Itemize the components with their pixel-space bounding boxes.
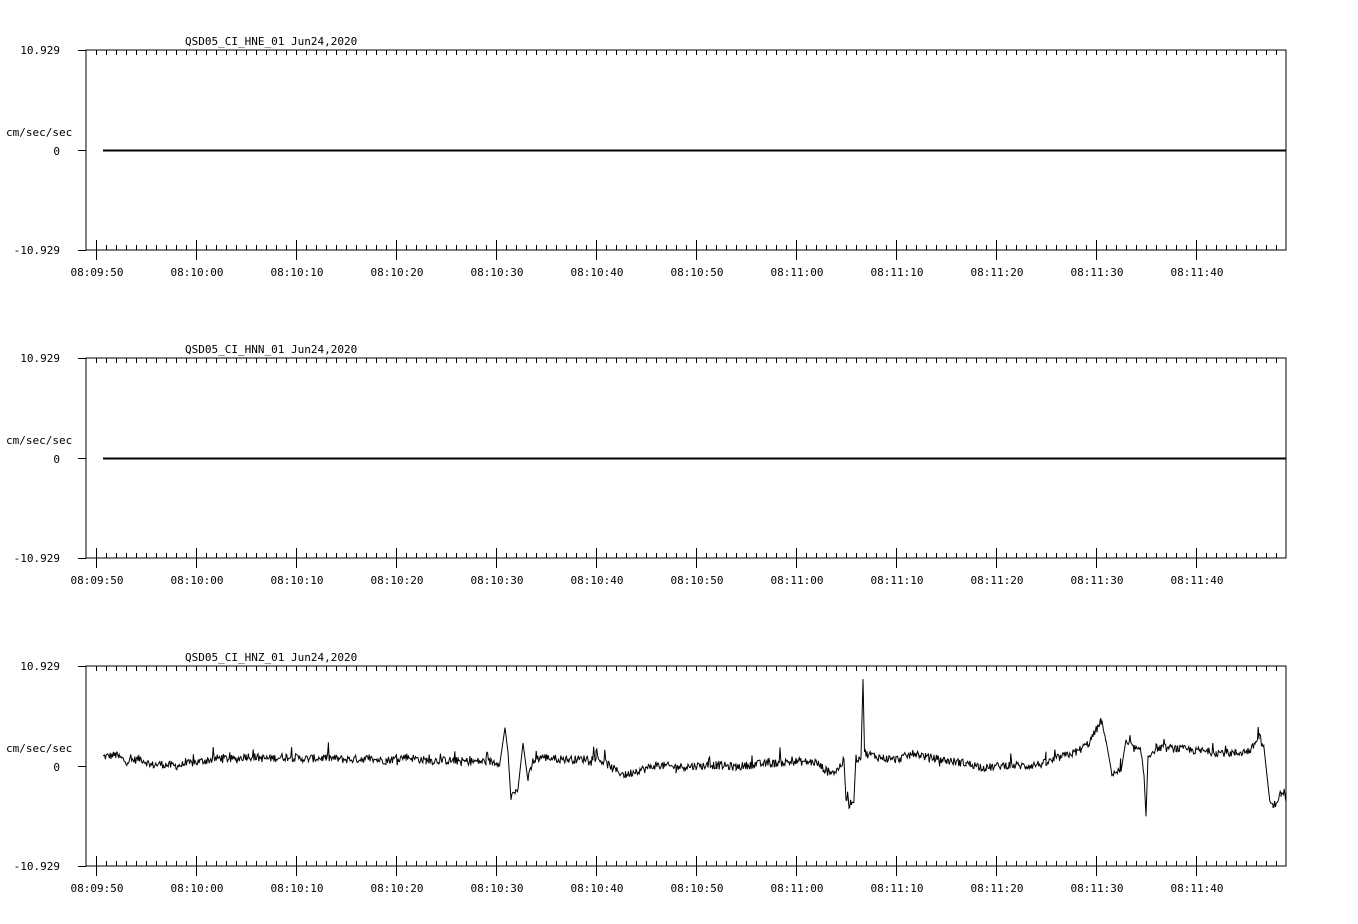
x-tick-label: 08:11:40 xyxy=(1171,574,1224,587)
x-tick-label: 08:10:30 xyxy=(471,574,524,587)
x-tick-label: 08:10:40 xyxy=(571,574,624,587)
x-tick-label: 08:11:40 xyxy=(1171,882,1224,895)
x-tick-label: 08:10:20 xyxy=(371,266,424,279)
panel-3: 10.929 0 -10.929 cm/sec/sec QSD05_CI_HNZ_01 … xyxy=(6,651,1287,895)
x-tick-label: 08:11:00 xyxy=(771,574,824,587)
panel-title: QSD05_CI_HNZ_01 Jun24,2020 xyxy=(185,651,357,664)
y-tick-label: 10.929 xyxy=(20,660,60,673)
x-tick-label: 08:11:10 xyxy=(871,574,924,587)
panel-1: 10.929 0 -10.929 cm/sec/sec QSD05_CI_HNE_01 … xyxy=(6,35,1287,279)
y-tick-label: 0 xyxy=(53,145,60,158)
x-tick-label: 08:10:50 xyxy=(671,574,724,587)
x-tick-label: 08:10:00 xyxy=(171,574,224,587)
x-tick-label: 08:11:20 xyxy=(971,882,1024,895)
x-tick-label: 08:11:30 xyxy=(1071,266,1124,279)
x-tick-label: 08:10:40 xyxy=(571,882,624,895)
y-axis-label: cm/sec/sec xyxy=(6,434,72,447)
y-tick-label: -10.929 xyxy=(14,244,60,257)
x-tick-label: 08:10:00 xyxy=(171,266,224,279)
x-tick-label: 08:11:00 xyxy=(771,882,824,895)
x-tick-label: 08:10:50 xyxy=(671,882,724,895)
x-tick-label: 08:11:20 xyxy=(971,266,1024,279)
x-tick-label: 08:09:50 xyxy=(71,266,124,279)
seismogram-figure: 10.929 0 -10.929 cm/sec/sec QSD05_CI_HNE_01 … xyxy=(6,35,1287,895)
x-tick-label: 08:10:30 xyxy=(471,266,524,279)
x-tick-label: 08:09:50 xyxy=(71,882,124,895)
y-tick-label: 10.929 xyxy=(20,352,60,365)
y-tick-label: -10.929 xyxy=(14,552,60,565)
x-tick-label: 08:11:30 xyxy=(1071,882,1124,895)
y-tick-label: -10.929 xyxy=(14,860,60,873)
x-tick-label: 08:10:10 xyxy=(271,266,324,279)
y-tick-label: 10.929 xyxy=(20,44,60,57)
x-tick-label: 08:10:40 xyxy=(571,266,624,279)
y-tick-label: 0 xyxy=(53,453,60,466)
x-tick-label: 08:10:10 xyxy=(271,574,324,587)
x-tick-label: 08:10:20 xyxy=(371,882,424,895)
x-tick-label: 08:11:40 xyxy=(1171,266,1224,279)
panel-2: 10.929 0 -10.929 cm/sec/sec QSD05_CI_HNN_01 … xyxy=(6,343,1287,587)
x-tick-label: 08:09:50 xyxy=(71,574,124,587)
x-tick-label: 08:10:20 xyxy=(371,574,424,587)
panel-title: QSD05_CI_HNN_01 Jun24,2020 xyxy=(185,343,357,356)
x-tick-label: 08:11:10 xyxy=(871,882,924,895)
y-axis-label: cm/sec/sec xyxy=(6,742,72,755)
panel-title: QSD05_CI_HNE_01 Jun24,2020 xyxy=(185,35,357,48)
x-tick-label: 08:11:30 xyxy=(1071,574,1124,587)
trace-line xyxy=(103,679,1287,817)
y-tick-label: 0 xyxy=(53,761,60,774)
y-axis-label: cm/sec/sec xyxy=(6,126,72,139)
plot-frame xyxy=(85,665,1287,867)
x-tick-label: 08:11:00 xyxy=(771,266,824,279)
x-tick-label: 08:10:50 xyxy=(671,266,724,279)
x-tick-label: 08:10:30 xyxy=(471,882,524,895)
x-tick-label: 08:11:20 xyxy=(971,574,1024,587)
x-tick-label: 08:10:00 xyxy=(171,882,224,895)
x-tick-label: 08:11:10 xyxy=(871,266,924,279)
x-tick-label: 08:10:10 xyxy=(271,882,324,895)
